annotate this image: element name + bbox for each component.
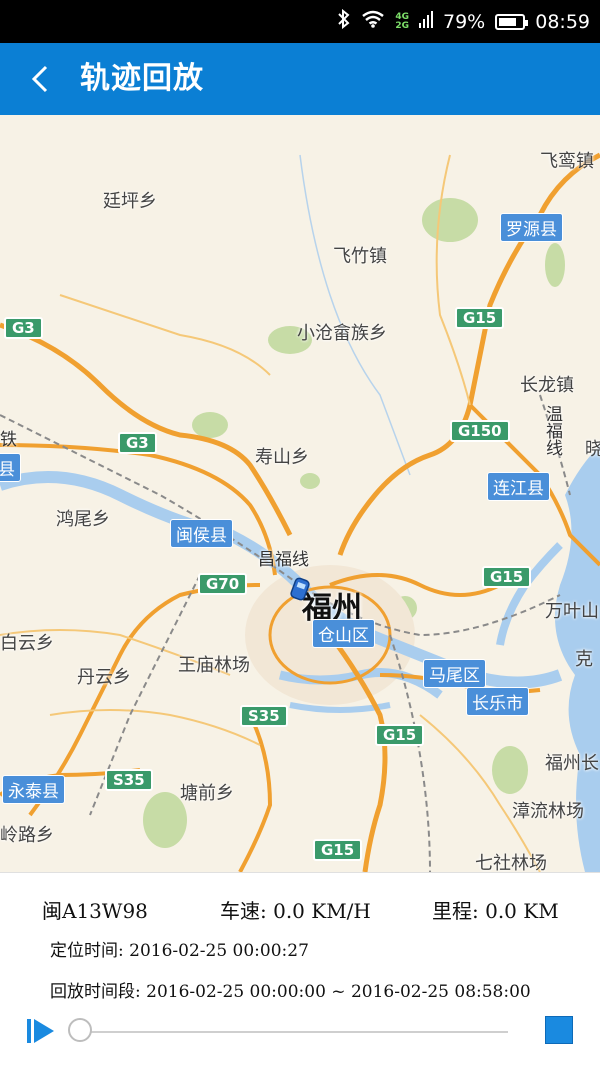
place-label: 飞鸾镇	[540, 151, 594, 172]
mileage-value: 里程: 0.0 KM	[432, 899, 559, 923]
place-label: 漳流林场	[512, 801, 584, 822]
signal-icon	[419, 10, 433, 33]
plate-number: 闽A13W98	[42, 899, 148, 923]
bluetooth-icon	[337, 8, 351, 34]
position-time: 定位时间: 2016-02-25 00:00:27	[50, 941, 309, 961]
place-label: 寿山乡	[255, 447, 309, 468]
county-label: 仓山区	[312, 619, 375, 648]
track-info-panel: 闽A13W98 车速: 0.0 KM/H 里程: 0.0 KM 定位时间: 20…	[0, 872, 600, 1068]
place-label: 丹云乡	[77, 667, 131, 688]
speed-value: 车速: 0.0 KM/H	[220, 899, 371, 923]
playback-period: 回放时间段: 2016-02-25 00:00:00 ~ 2016-02-25 …	[50, 982, 531, 1002]
place-label: 福州长	[545, 753, 599, 774]
county-label: 永泰县	[2, 775, 65, 804]
place-label: 鸿尾乡	[56, 509, 110, 530]
place-label: 小沧畲族乡	[297, 323, 387, 344]
railway-label: 昌福线	[258, 550, 309, 570]
network-type-label: 4G 2G	[395, 12, 409, 31]
highway-shield: G15	[375, 724, 425, 746]
place-label: 晓	[585, 439, 600, 460]
app-bar: 轨迹回放	[0, 43, 600, 115]
battery-icon	[495, 13, 529, 30]
wifi-icon	[361, 10, 385, 33]
map-view[interactable]: 廷坪乡 飞竹镇 小沧畲族乡 寿山乡 鸿尾乡 丹云乡 王庙林场 塘前乡 长龙镇 万…	[0, 115, 600, 872]
highway-shield: G15	[455, 307, 505, 329]
highway-shield: S35	[240, 705, 288, 727]
playback-slider-track[interactable]	[80, 1031, 508, 1033]
back-button[interactable]	[18, 55, 62, 103]
place-label: 岭路乡	[0, 825, 54, 846]
highway-shield: G150	[450, 420, 510, 442]
place-label: 飞竹镇	[333, 246, 387, 267]
railway-label: 铁	[0, 430, 17, 450]
railway-label: 温福线	[542, 405, 562, 456]
highway-shield: G15	[313, 839, 363, 861]
place-label: 塘前乡	[180, 783, 234, 804]
car-marker-icon	[290, 577, 310, 601]
battery-percent: 79%	[443, 10, 486, 33]
network-2g-label: 2G	[395, 20, 409, 31]
status-icons: 4G 2G 79% 08:59	[337, 0, 590, 43]
clock: 08:59	[535, 10, 590, 33]
place-label: 万叶山	[545, 601, 599, 622]
playback-slider-thumb[interactable]	[68, 1018, 92, 1042]
county-label: 马尾区	[423, 659, 486, 688]
county-label: 罗源县	[500, 213, 563, 242]
page-title: 轨迹回放	[80, 61, 204, 96]
stop-button[interactable]	[545, 1016, 573, 1044]
battery-level-fill	[499, 17, 517, 26]
county-label: 闽侯县	[170, 519, 233, 548]
place-label: 长龙镇	[520, 375, 574, 396]
place-label: 克	[575, 649, 593, 670]
county-label: 县	[0, 453, 21, 482]
county-label: 长乐市	[466, 687, 529, 716]
play-icon[interactable]	[26, 1016, 56, 1046]
highway-shield: G3	[118, 432, 157, 454]
highway-shield: G70	[198, 573, 248, 595]
chevron-left-icon	[31, 65, 48, 93]
county-label: 连江县	[487, 472, 550, 501]
highway-shield: G3	[4, 317, 43, 339]
place-label: 白云乡	[0, 633, 54, 654]
place-label: 廷坪乡	[103, 191, 157, 212]
place-label: 七社林场	[475, 853, 547, 872]
place-label: 王庙林场	[178, 655, 250, 676]
highway-shield: G15	[482, 566, 532, 588]
playback-controls	[0, 1013, 600, 1053]
status-bar: 4G 2G 79% 08:59	[0, 0, 600, 43]
highway-shield: S35	[105, 769, 153, 791]
